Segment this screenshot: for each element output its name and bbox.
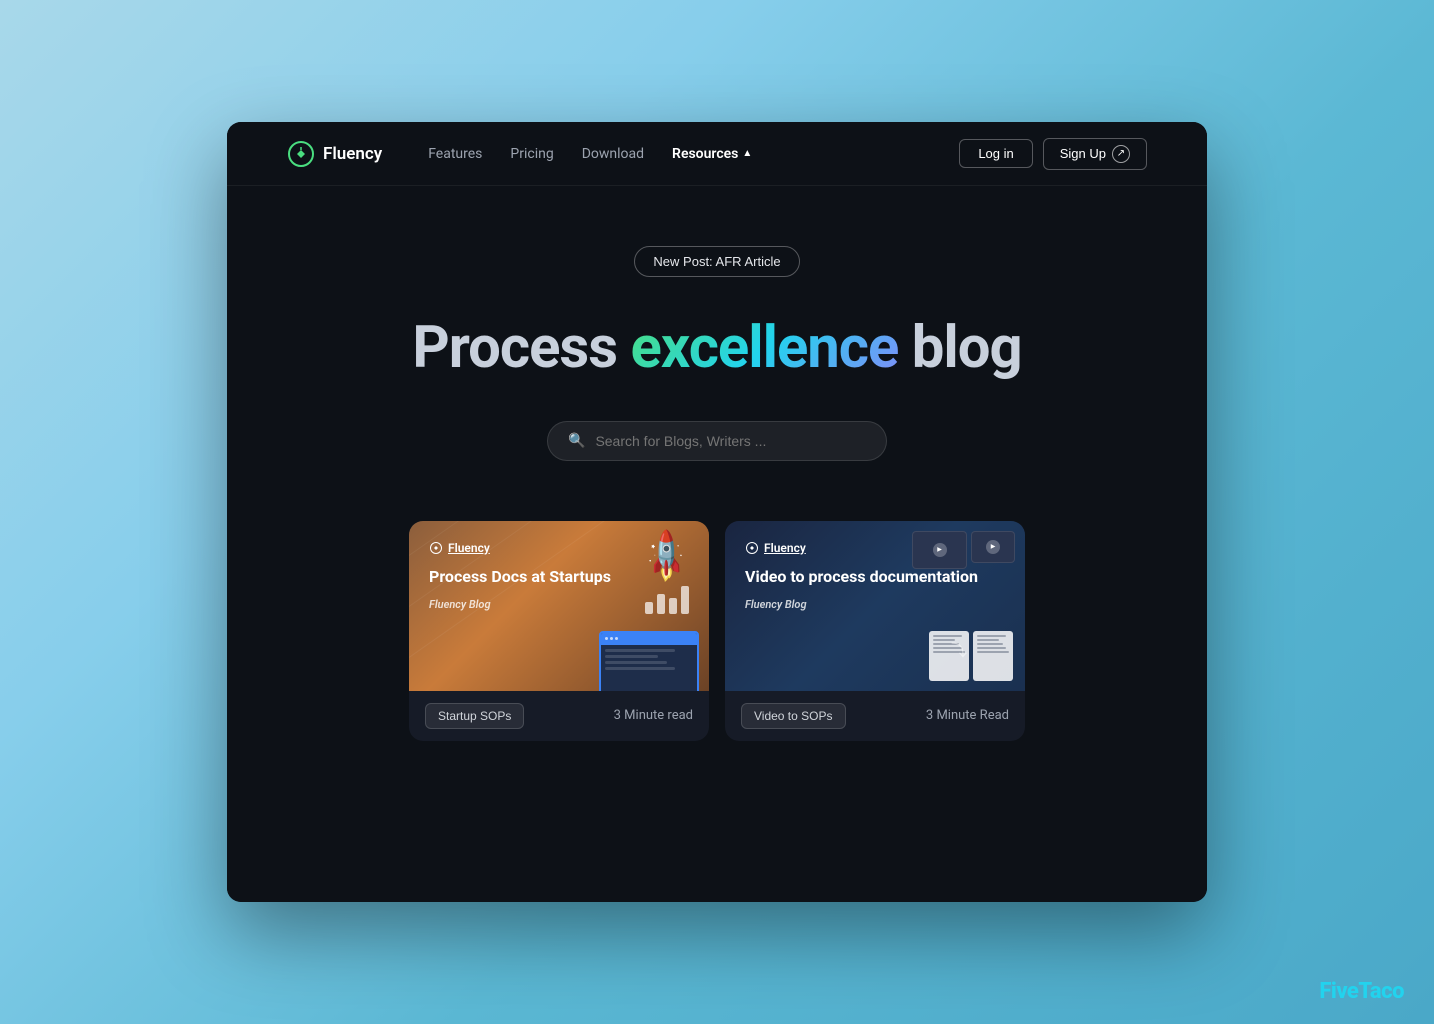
card-1-title: Process Docs at Startups	[429, 567, 611, 588]
signup-circle-icon: ↗	[1112, 145, 1130, 163]
logo-text: Fluency	[323, 144, 382, 164]
search-input[interactable]	[595, 433, 866, 449]
bar-chart-icon	[645, 586, 689, 614]
doc-mock-2	[973, 631, 1013, 681]
rocket-icon: 🚀	[636, 526, 697, 587]
card-2-logo: Fluency	[745, 541, 978, 555]
nav-features[interactable]: Features	[428, 146, 482, 162]
play-icon-2: ▶	[986, 540, 1000, 554]
nav-actions: Log in Sign Up ↗	[959, 138, 1147, 170]
fivetaco-watermark: FiveTaco	[1319, 979, 1404, 1004]
card-2-tag[interactable]: Video to SOPs	[741, 703, 846, 729]
card-2-logo-icon	[745, 541, 759, 555]
logo[interactable]: Fluency	[287, 140, 382, 168]
nav-resources[interactable]: Resources ▲	[672, 146, 752, 162]
card-2-thumbnail: Fluency Video to process documentation F…	[725, 521, 1025, 691]
browser-window: Fluency Features Pricing Download Resour…	[227, 122, 1207, 902]
new-post-badge[interactable]: New Post: AFR Article	[634, 246, 799, 277]
card-1-subtitle: Fluency Blog	[429, 598, 611, 611]
card-1[interactable]: Fluency Process Docs at Startups Fluency…	[409, 521, 709, 741]
signup-button[interactable]: Sign Up ↗	[1043, 138, 1147, 170]
card-1-tag[interactable]: Startup SOPs	[425, 703, 524, 729]
screen-body	[601, 645, 697, 677]
card-1-logo-icon	[429, 541, 443, 555]
card-2-subtitle: Fluency Blog	[745, 598, 978, 611]
card-1-logo: Fluency	[429, 541, 611, 555]
card-1-rocket-deco: 🚀	[644, 536, 689, 614]
resources-chevron-icon: ▲	[742, 148, 752, 159]
nav-pricing[interactable]: Pricing	[510, 146, 553, 162]
search-icon: 🔍	[568, 433, 585, 449]
card-2-doc-mocks	[929, 631, 1013, 681]
card-1-footer: Startup SOPs 3 Minute read	[409, 691, 709, 741]
hero-title: Process excellence blog	[412, 317, 1021, 381]
excellence-highlight: excellence	[630, 314, 898, 382]
card-1-thumbnail: Fluency Process Docs at Startups Fluency…	[409, 521, 709, 691]
search-bar[interactable]: 🔍	[547, 421, 887, 461]
card-2-content: Fluency Video to process documentation F…	[745, 541, 978, 611]
card-2-footer: Video to SOPs 3 Minute Read	[725, 691, 1025, 741]
nav-links: Features Pricing Download Resources ▲	[428, 146, 923, 162]
card-2-title: Video to process documentation	[745, 567, 978, 588]
card-1-content: Fluency Process Docs at Startups Fluency…	[429, 541, 611, 611]
hero-section: New Post: AFR Article Process excellence…	[227, 186, 1207, 902]
card-1-logo-text: Fluency	[448, 541, 490, 555]
card-1-read-time: 3 Minute read	[614, 708, 693, 723]
cards-row: Fluency Process Docs at Startups Fluency…	[227, 521, 1207, 741]
navbar: Fluency Features Pricing Download Resour…	[227, 122, 1207, 186]
card-2-logo-text: Fluency	[764, 541, 806, 555]
card-1-screen-mockup	[599, 631, 699, 691]
login-button[interactable]: Log in	[959, 139, 1032, 168]
screen-header	[601, 633, 697, 645]
nav-download[interactable]: Download	[582, 146, 644, 162]
card-2-read-time: 3 Minute Read	[926, 708, 1009, 723]
card-2[interactable]: Fluency Video to process documentation F…	[725, 521, 1025, 741]
arrow-deco-icon: ⤵	[951, 637, 967, 661]
fluency-logo-icon	[287, 140, 315, 168]
